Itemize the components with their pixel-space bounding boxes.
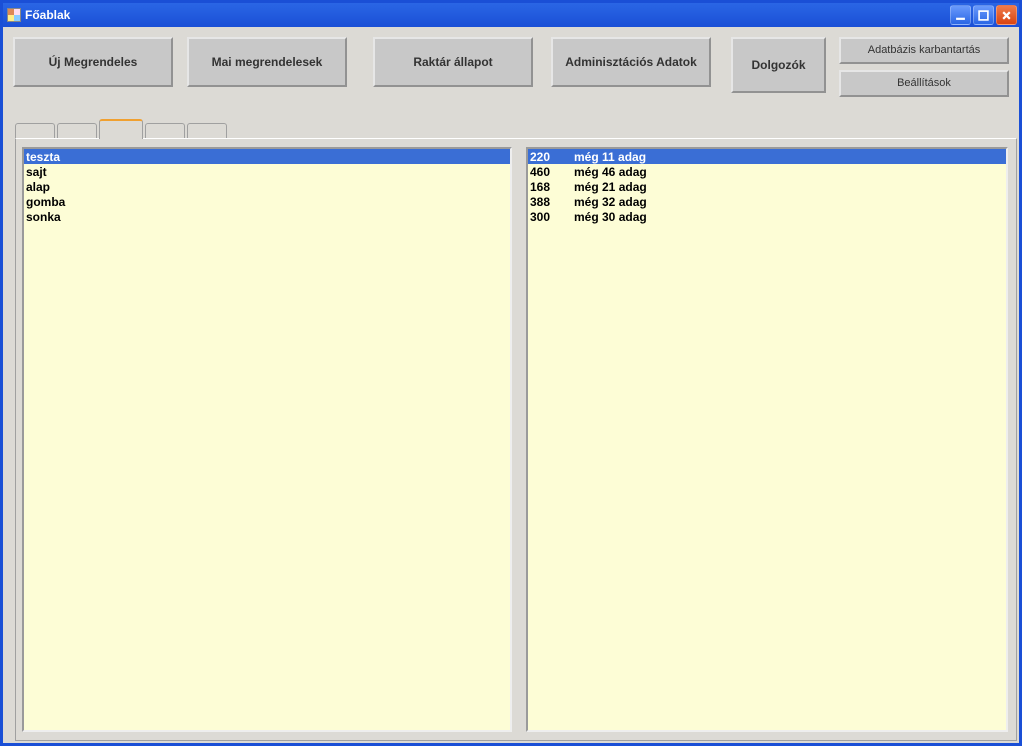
quantities-listbox[interactable]: 220még 11 adag460még 46 adag168még 21 ad… xyxy=(526,147,1008,732)
ingredients-listbox[interactable]: tesztasajtalapgombasonka xyxy=(22,147,512,732)
minimize-button[interactable] xyxy=(950,5,971,25)
app-icon xyxy=(7,8,21,22)
tab-panel: tesztasajtalapgombasonka 220még 11 adag4… xyxy=(15,138,1017,741)
list-item[interactable]: 220még 11 adag xyxy=(528,149,1006,164)
list-item[interactable]: sajt xyxy=(24,164,510,179)
list-item[interactable]: 300még 30 adag xyxy=(528,209,1006,224)
maximize-button[interactable] xyxy=(973,5,994,25)
list-item[interactable]: teszta xyxy=(24,149,510,164)
list-item[interactable]: sonka xyxy=(24,209,510,224)
settings-button[interactable]: Beállítások xyxy=(839,70,1009,97)
warehouse-status-button[interactable]: Raktár állapot xyxy=(373,37,533,87)
list-item[interactable]: 168még 21 adag xyxy=(528,179,1006,194)
employees-button[interactable]: Dolgozók xyxy=(731,37,826,93)
close-button[interactable] xyxy=(996,5,1017,25)
main-window: Főablak Új Megrendeles Mai megrendelesek… xyxy=(0,0,1022,746)
list-item[interactable]: alap xyxy=(24,179,510,194)
new-order-button[interactable]: Új Megrendeles xyxy=(13,37,173,87)
tab-2[interactable] xyxy=(57,123,97,139)
tab-4[interactable] xyxy=(145,123,185,139)
list-item[interactable]: gomba xyxy=(24,194,510,209)
list-item[interactable]: 460még 46 adag xyxy=(528,164,1006,179)
today-orders-button[interactable]: Mai megrendelesek xyxy=(187,37,347,87)
tab-strip xyxy=(15,119,229,139)
db-maintenance-button[interactable]: Adatbázis karbantartás xyxy=(839,37,1009,64)
toolbar: Új Megrendeles Mai megrendelesek Raktár … xyxy=(3,27,1019,107)
admin-data-button[interactable]: Adminisztációs Adatok xyxy=(551,37,711,87)
titlebar: Főablak xyxy=(3,3,1019,27)
window-title: Főablak xyxy=(25,8,70,22)
tab-3[interactable] xyxy=(99,119,143,139)
tab-5[interactable] xyxy=(187,123,227,139)
list-item[interactable]: 388még 32 adag xyxy=(528,194,1006,209)
tab-1[interactable] xyxy=(15,123,55,139)
client-area: Új Megrendeles Mai megrendelesek Raktár … xyxy=(3,27,1019,743)
